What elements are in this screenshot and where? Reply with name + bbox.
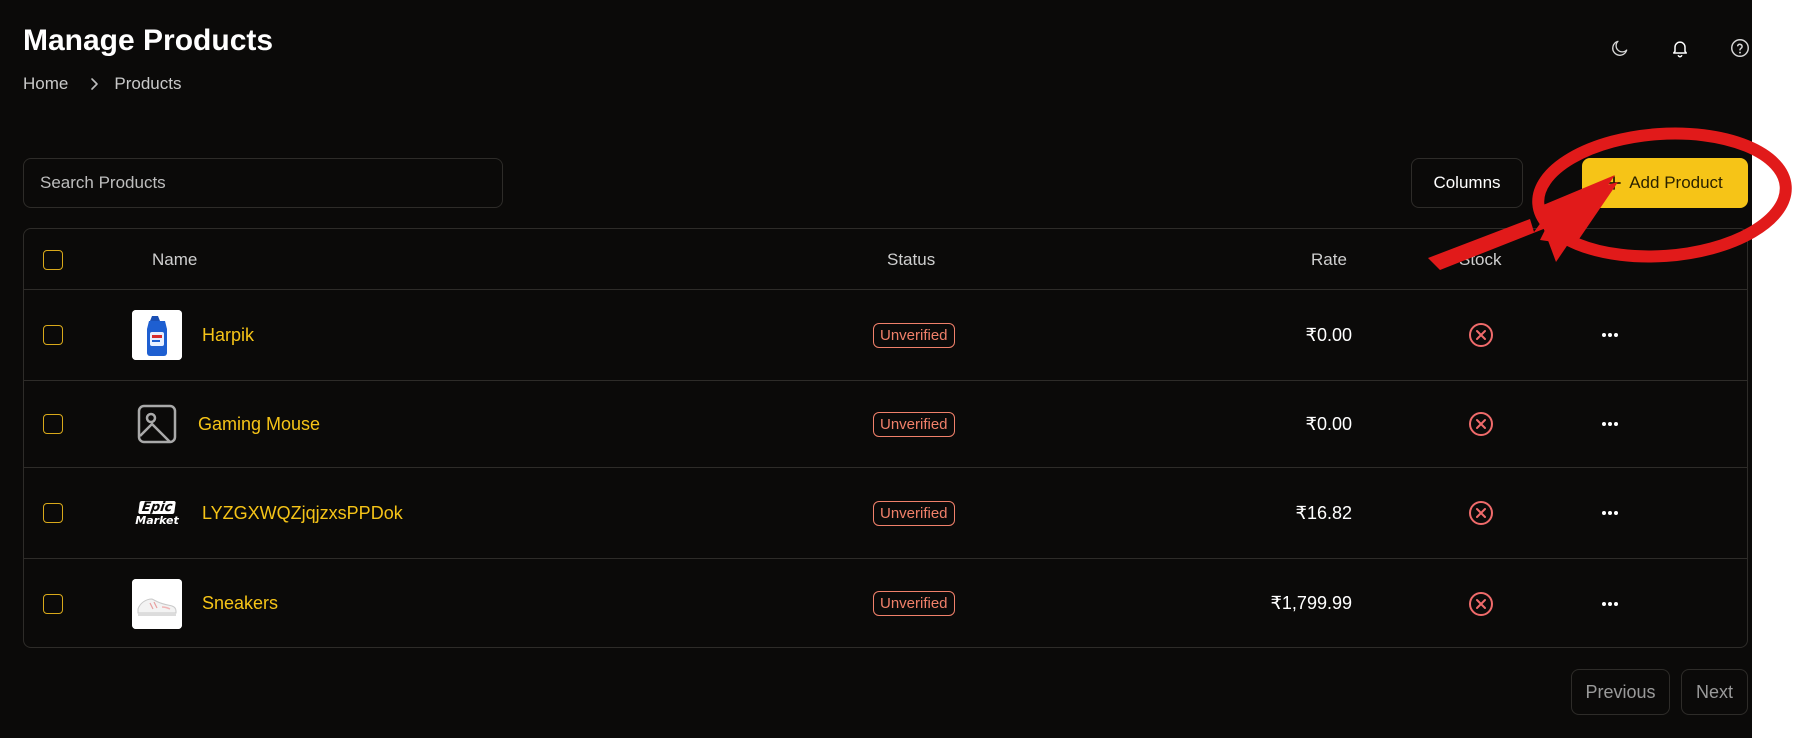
row-checkbox[interactable] [43, 325, 63, 345]
product-rate: ₹1,799.99 [1270, 593, 1352, 613]
row-checkbox[interactable] [43, 503, 63, 523]
row-actions-menu-icon[interactable] [1601, 468, 1619, 558]
epic-market-logo-line-2: Market [135, 513, 179, 527]
row-checkbox[interactable] [43, 593, 63, 614]
table-row: Sneakers Unverified ₹1,799.99 [24, 559, 1747, 648]
select-all-checkbox[interactable] [43, 249, 63, 270]
breadcrumb-products: Products [114, 74, 182, 93]
next-page-button[interactable]: Next [1681, 669, 1748, 715]
epic-market-logo-line-1: Epic [137, 500, 177, 515]
product-name-link[interactable]: Harpik [202, 325, 254, 346]
moon-icon[interactable] [1607, 35, 1633, 61]
previous-page-label: Previous [1585, 681, 1656, 702]
cleaner-bottle-image [132, 310, 182, 360]
x-circle-icon [1468, 381, 1494, 467]
sneaker-image [132, 578, 182, 629]
status-badge: Unverified [873, 591, 955, 616]
image-placeholder-icon [132, 399, 182, 449]
table-row: Harpik Unverified ₹0.00 [24, 290, 1747, 381]
header-stock[interactable]: Stock [1459, 229, 1502, 290]
page-title: Manage Products [23, 24, 274, 57]
breadcrumb: Home Products [23, 74, 181, 94]
product-rate: ₹16.82 [1295, 502, 1353, 523]
product-name-link[interactable]: LYZGXWQZjqjzxsPPDok [202, 503, 403, 524]
x-circle-icon [1468, 290, 1494, 380]
product-name-link[interactable]: Sneakers [202, 593, 278, 614]
app-window: Manage Products Home Products Columns Ad… [0, 0, 1752, 738]
table-row: Epic Market LYZGXWQZjqjzxsPPDok Unverifi… [24, 468, 1747, 559]
columns-button-label: Columns [1433, 173, 1501, 192]
table-header: Name Status Rate Stock [24, 229, 1747, 290]
product-rate: ₹0.00 [1305, 324, 1353, 345]
row-actions-menu-icon[interactable] [1601, 559, 1619, 648]
row-checkbox[interactable] [43, 414, 63, 434]
header-status[interactable]: Status [887, 229, 935, 290]
x-circle-icon [1468, 559, 1494, 648]
header-rate[interactable]: Rate [1311, 229, 1347, 290]
add-product-label: Add Product [1629, 173, 1723, 192]
chevron-right-icon [90, 77, 100, 91]
epic-market-logo: Epic Market [132, 488, 182, 538]
next-page-label: Next [1695, 681, 1733, 702]
status-badge: Unverified [873, 322, 955, 348]
product-rate: ₹0.00 [1305, 413, 1353, 434]
row-actions-menu-icon[interactable] [1601, 290, 1619, 380]
help-icon[interactable] [1727, 35, 1753, 61]
search-input[interactable] [23, 158, 503, 208]
plus-icon [1607, 176, 1622, 190]
row-actions-menu-icon[interactable] [1601, 381, 1619, 467]
x-circle-icon [1468, 468, 1494, 558]
table-row: Gaming Mouse Unverified ₹0.00 [24, 381, 1747, 468]
previous-page-button[interactable]: Previous [1571, 669, 1670, 715]
products-table: Name Status Rate Stock Harpik Unverified… [23, 228, 1748, 648]
add-product-button[interactable]: Add Product [1582, 158, 1748, 208]
status-badge: Unverified [873, 411, 955, 437]
columns-button[interactable]: Columns [1411, 158, 1523, 208]
header-name[interactable]: Name [152, 229, 197, 290]
product-name-link[interactable]: Gaming Mouse [198, 414, 320, 435]
bell-icon[interactable] [1667, 35, 1693, 61]
breadcrumb-home[interactable]: Home [23, 74, 68, 94]
status-badge: Unverified [873, 500, 955, 526]
